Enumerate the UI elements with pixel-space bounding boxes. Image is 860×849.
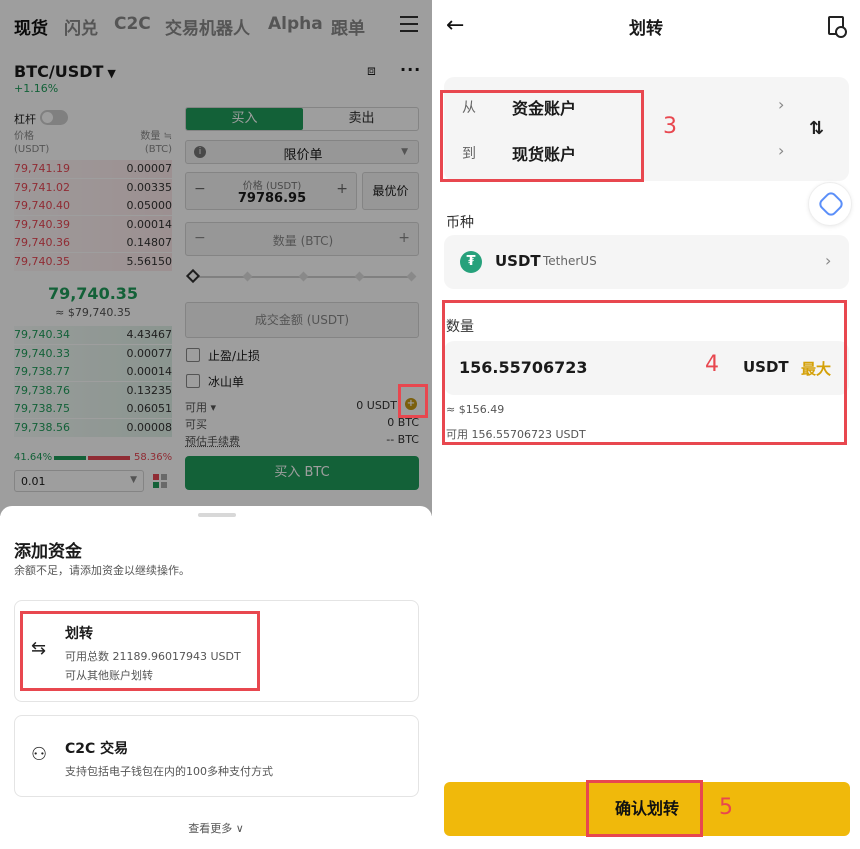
page-title: 划转 xyxy=(629,19,663,39)
sheet-handle[interactable] xyxy=(198,513,236,517)
spot-trade-panel: 现货 闪兑 C2C 交易机器人 Alpha 跟单 BTC/USDT ▼ +1.16… xyxy=(0,0,432,849)
annotation-tag-5: 5 xyxy=(719,795,733,820)
annotation-tag-3: 3 xyxy=(663,114,677,139)
tether-icon: ₮ xyxy=(460,251,482,273)
c2c-desc: 支持包括电子钱包在内的100多种支付方式 xyxy=(65,765,273,778)
c2c-icon: ⚇ xyxy=(31,744,48,765)
c2c-option[interactable]: ⚇ C2C 交易 支持包括电子钱包在内的100多种支付方式 xyxy=(14,715,419,797)
annotation-box-accounts xyxy=(440,90,644,182)
screen: 现货 闪兑 C2C 交易机器人 Alpha 跟单 BTC/USDT ▼ +1.16… xyxy=(0,0,860,849)
coin-symbol: USDT xyxy=(495,252,541,270)
ai-assistant-icon[interactable] xyxy=(808,182,852,226)
annotation-box-add-funds xyxy=(398,384,428,418)
sheet-title: 添加资金 xyxy=(14,542,82,562)
record-icon[interactable] xyxy=(828,16,847,38)
coin-name: TetherUS xyxy=(543,254,597,268)
sheet-subtitle: 余额不足，请添加资金以继续操作。 xyxy=(14,564,190,577)
chevron-right-icon: › xyxy=(778,95,785,114)
annotation-box-quantity xyxy=(442,300,847,445)
annotation-box-confirm xyxy=(586,780,703,837)
annotation-box-transfer xyxy=(20,611,260,691)
transfer-page: ← 划转 从 资金账户 › 到 现货账户 › ⇅ 币种 ₮ USDT Tethe… xyxy=(432,0,860,849)
c2c-title: C2C 交易 xyxy=(65,741,129,757)
annotation-tag-4: 4 xyxy=(705,352,719,377)
coin-label: 币种 xyxy=(446,215,474,231)
see-more-link[interactable]: 查看更多 ∨ xyxy=(0,820,432,836)
chevron-right-icon: › xyxy=(825,251,832,270)
modal-backdrop[interactable] xyxy=(0,0,432,516)
coin-selector[interactable]: ₮ USDT TetherUS › xyxy=(444,235,849,289)
chevron-right-icon: › xyxy=(778,141,785,160)
swap-icon[interactable]: ⇅ xyxy=(809,118,824,139)
